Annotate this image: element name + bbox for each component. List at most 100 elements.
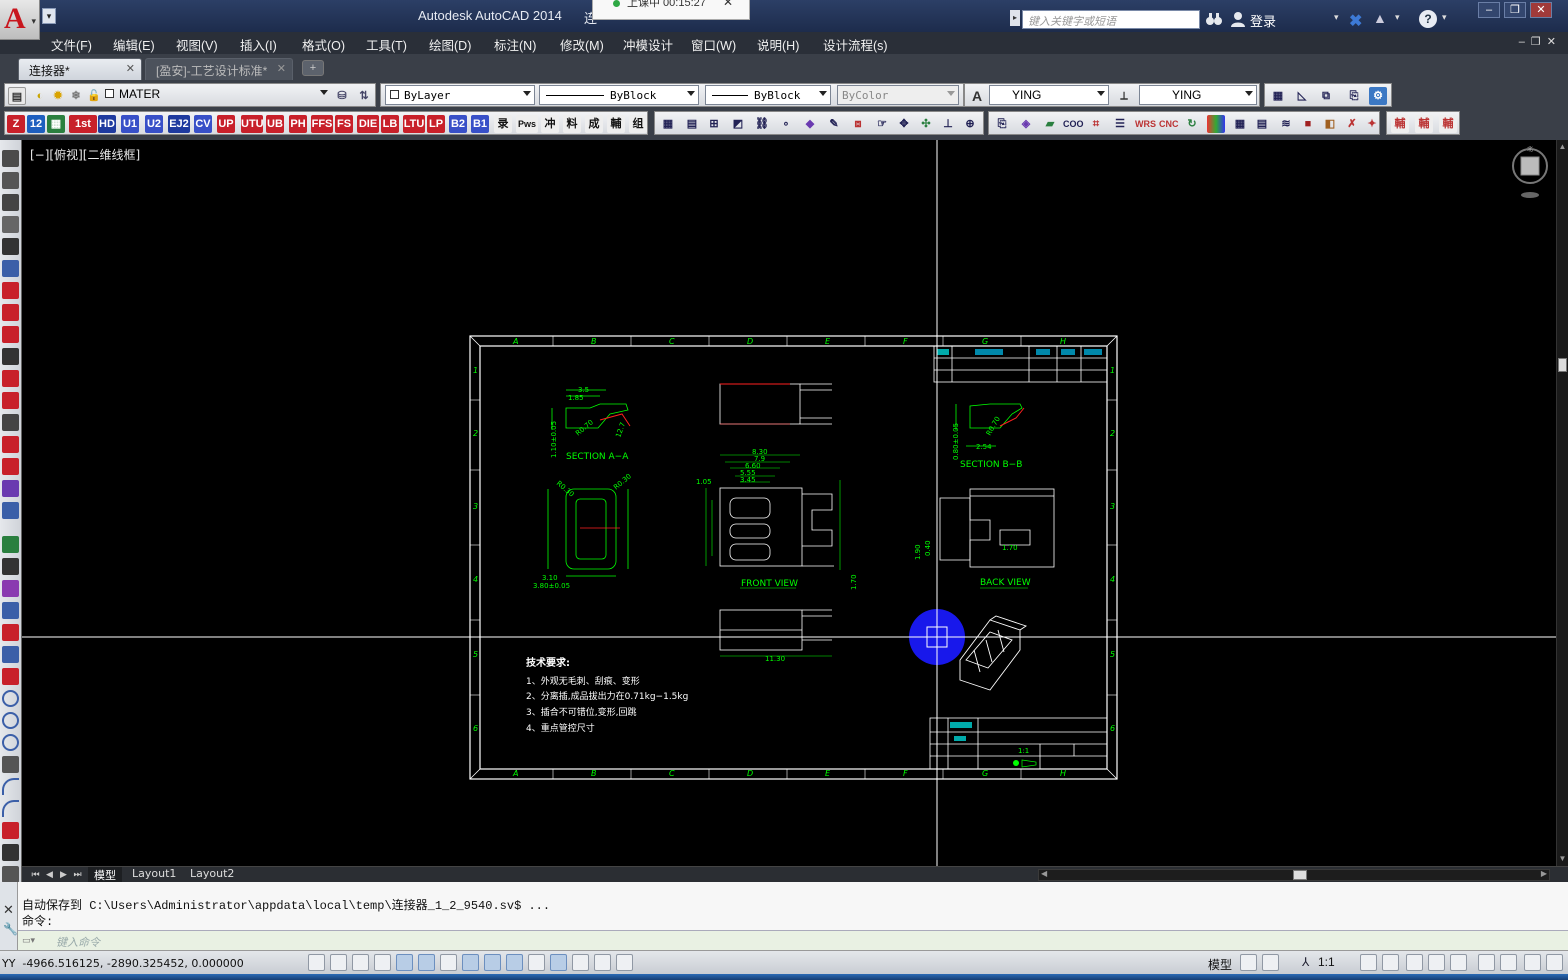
- layer-properties-icon[interactable]: ▤: [8, 87, 26, 105]
- annotation-monitor-icon[interactable]: [616, 954, 633, 971]
- printer-tool-icon[interactable]: [2, 602, 19, 619]
- printer-red-icon[interactable]: [2, 624, 19, 641]
- blue-tool-icon[interactable]: [2, 502, 19, 519]
- quick-view-layouts-icon[interactable]: [1240, 954, 1257, 971]
- help-icon[interactable]: ?: [1419, 10, 1437, 28]
- tool-1st-icon[interactable]: 1st: [69, 115, 97, 133]
- annotation-scale-icon[interactable]: ⅄: [1302, 955, 1309, 969]
- tool-assist-icon[interactable]: 輔: [607, 115, 625, 133]
- coordinate-tool-icon[interactable]: COO: [1063, 115, 1084, 133]
- color-table-icon[interactable]: ▦: [1231, 115, 1249, 133]
- coordinate-readout[interactable]: YY -4966.516125, -2890.325452, 0.000000: [2, 957, 244, 970]
- arc-icon[interactable]: [2, 778, 19, 795]
- snap-mode-icon[interactable]: [330, 954, 347, 971]
- first-layout-icon[interactable]: ⏮: [30, 868, 41, 880]
- vertical-scrollbar[interactable]: ▲ ▼: [1556, 140, 1568, 866]
- edit-tool-icon[interactable]: ✎: [825, 115, 843, 133]
- timer-close-icon[interactable]: ✕: [723, 0, 733, 8]
- object-snap-tracking-icon[interactable]: [462, 954, 479, 971]
- region-icon[interactable]: [2, 866, 19, 883]
- hole-tool-icon[interactable]: ⌗: [1087, 115, 1105, 133]
- wrench-icon[interactable]: 🔧: [3, 922, 18, 936]
- tool-icon[interactable]: ✦: [1363, 115, 1381, 133]
- fill-tool-icon[interactable]: ◩: [729, 115, 747, 133]
- menu-modify[interactable]: 修改(M): [560, 35, 604, 54]
- linetype-select[interactable]: ByBlock: [539, 85, 699, 105]
- node-tool-icon[interactable]: ✣: [917, 115, 935, 133]
- search-input[interactable]: 键入关键字或短语: [1022, 10, 1200, 29]
- menu-edit[interactable]: 编辑(E): [113, 35, 155, 54]
- tool-b2-icon[interactable]: B2: [449, 115, 467, 133]
- model-space-toggle[interactable]: 模型: [1208, 956, 1232, 973]
- menu-die-design[interactable]: 冲模设计: [623, 35, 673, 54]
- dynamic-input-icon[interactable]: [506, 954, 523, 971]
- annotation-scale-value[interactable]: 1:1: [1318, 955, 1335, 969]
- assist-1-icon[interactable]: 輔: [1391, 115, 1409, 133]
- vertical-scroll-thumb[interactable]: [1558, 358, 1567, 372]
- menu-format[interactable]: 格式(O): [302, 35, 345, 54]
- quick-access-dropdown[interactable]: ▾: [42, 8, 56, 24]
- attribute-icon[interactable]: [2, 844, 19, 861]
- make-current-layer-icon[interactable]: ⛁: [333, 87, 351, 105]
- workspace-switching-icon[interactable]: [1406, 954, 1423, 971]
- tool-b1-icon[interactable]: B1: [471, 115, 489, 133]
- maximize-button[interactable]: ❐: [1504, 2, 1526, 18]
- object-snap-icon[interactable]: [418, 954, 435, 971]
- freeze-icon[interactable]: ❄: [67, 87, 85, 105]
- tool-utu-icon[interactable]: UTU: [241, 115, 264, 133]
- color-select[interactable]: ByLayer: [385, 85, 535, 105]
- infer-constraints-icon[interactable]: [308, 954, 325, 971]
- search-expand-arrow[interactable]: ▸: [1010, 10, 1020, 26]
- add-tool-icon[interactable]: ⊕: [961, 115, 979, 133]
- clean-screen-icon[interactable]: [1546, 954, 1563, 971]
- text-style-select[interactable]: YING: [989, 85, 1109, 105]
- a360-dropdown-icon[interactable]: ▾: [1395, 12, 1400, 23]
- lp-tool-icon[interactable]: [2, 238, 19, 255]
- tool-ltu-icon[interactable]: LTU: [403, 115, 425, 133]
- circle-icon[interactable]: [2, 690, 19, 707]
- close-button[interactable]: ✕: [1530, 2, 1552, 18]
- block-insert-icon[interactable]: [2, 822, 19, 839]
- tool-ej2-icon[interactable]: EJ2: [168, 115, 190, 133]
- ortho-mode-icon[interactable]: [374, 954, 391, 971]
- prev-layout-icon[interactable]: ◀: [44, 868, 55, 880]
- layer-select[interactable]: MATER: [101, 85, 331, 105]
- green-tool-icon[interactable]: [2, 536, 19, 553]
- binoculars-icon[interactable]: [1206, 12, 1222, 26]
- multileader-style-icon[interactable]: ◺: [1293, 87, 1311, 105]
- table-tool-icon[interactable]: ▤: [683, 115, 701, 133]
- eraser-tool-icon[interactable]: ◈: [1017, 115, 1035, 133]
- layer-previous-icon[interactable]: ⇅: [355, 87, 373, 105]
- st-tool-icon[interactable]: [2, 558, 19, 575]
- horizontal-scroll-thumb[interactable]: [1293, 870, 1307, 880]
- command-input[interactable]: ▭▾ 键入命令: [18, 930, 1568, 950]
- copy-tool-icon[interactable]: ⎘: [993, 115, 1011, 133]
- arc-2-icon[interactable]: [2, 800, 19, 817]
- tool-fs-icon[interactable]: FS: [335, 115, 353, 133]
- plate-tool-icon[interactable]: [2, 260, 19, 277]
- dim-style-icon[interactable]: ⟂: [1115, 87, 1133, 105]
- 3d-object-snap-icon[interactable]: [440, 954, 457, 971]
- refresh-tool-icon[interactable]: ↻: [1183, 115, 1201, 133]
- grey-tool-icon[interactable]: [2, 414, 19, 431]
- line-tool-icon[interactable]: [2, 580, 19, 597]
- lineweight-select[interactable]: ByBlock: [705, 85, 831, 105]
- link-tool-icon[interactable]: ⛓: [753, 115, 771, 133]
- cnc-tool-icon[interactable]: CNC: [1159, 115, 1179, 133]
- sheet-icon[interactable]: ▤: [1253, 115, 1271, 133]
- command-prompt-icon[interactable]: ▭▾: [22, 935, 50, 947]
- cross-tool-icon[interactable]: ✗: [1343, 115, 1361, 133]
- exchange-icon[interactable]: ✖: [1349, 11, 1362, 31]
- new-tab-button[interactable]: +: [302, 60, 324, 76]
- layout-tab-model[interactable]: 模型: [88, 867, 122, 882]
- auto-scale-icon[interactable]: [1382, 954, 1399, 971]
- selection-cycling-icon[interactable]: [594, 954, 611, 971]
- drawing-canvas[interactable]: [−][俯视][二维线框] 北 A B C D E F G H A B C D …: [22, 140, 1556, 866]
- lock-ui-icon[interactable]: [1428, 954, 1445, 971]
- login-dropdown-icon[interactable]: ▾: [1334, 12, 1339, 23]
- lineweight-display-icon[interactable]: [528, 954, 545, 971]
- erase-tool-icon[interactable]: ◆: [801, 115, 819, 133]
- tool-punch-icon[interactable]: 冲: [541, 115, 559, 133]
- hatch-icon[interactable]: [2, 668, 19, 685]
- block-icon[interactable]: ⧉: [1317, 87, 1335, 105]
